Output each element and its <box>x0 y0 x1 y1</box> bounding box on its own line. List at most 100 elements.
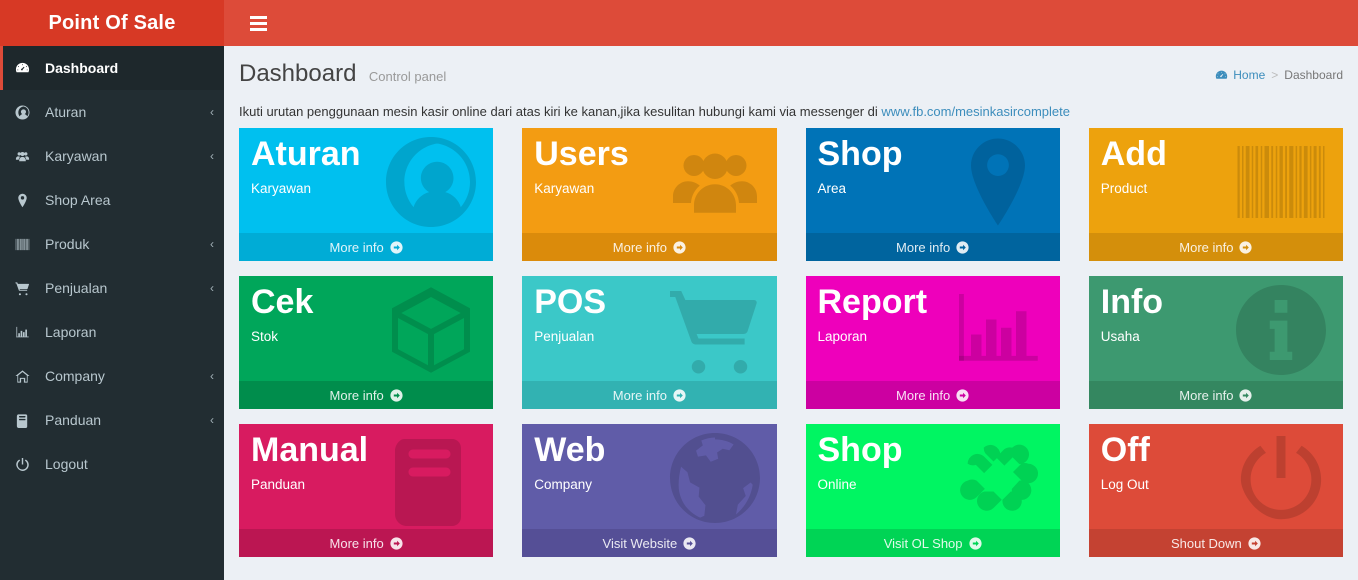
tile-aturan-karyawan[interactable]: Aturan Karyawan More info <box>239 128 493 261</box>
tile-footer-link[interactable]: More info <box>522 233 776 261</box>
sidebar-item-label: Logout <box>45 456 214 472</box>
tile-subtitle: Karyawan <box>534 181 766 196</box>
chevron-left-icon: ‹ <box>210 237 214 251</box>
sidebar-item-label: Produk <box>45 236 210 252</box>
tile-cek-stok[interactable]: CekStok More info <box>239 276 493 409</box>
tile-title: Info <box>1101 285 1333 320</box>
tile-footer-link[interactable]: More info <box>806 233 1060 261</box>
sidebar-item-dashboard[interactable]: Dashboard <box>0 46 224 90</box>
sidebar-item-penjualan[interactable]: Penjualan‹ <box>0 266 224 310</box>
facebook-link[interactable]: www.fb.com/mesinkasircomplete <box>881 104 1070 119</box>
tile-subtitle: Product <box>1101 181 1333 196</box>
tile-footer-link[interactable]: More info <box>806 381 1060 409</box>
tile-title: Web <box>534 433 766 468</box>
intro-text: Ikuti urutan penggunaan mesin kasir onli… <box>239 104 1343 119</box>
tile-users-karyawan[interactable]: Users Karyawan More info <box>522 128 776 261</box>
breadcrumb-home-link[interactable]: Home <box>1215 68 1265 82</box>
tile-shop-online[interactable]: ShopOnline Visit OL Shop <box>806 424 1060 557</box>
breadcrumb-current: Dashboard <box>1284 68 1343 82</box>
arrow-circle-right-icon <box>956 241 969 254</box>
tile-title: Shop <box>818 137 1050 172</box>
tile-footer-link[interactable]: Visit OL Shop <box>806 529 1060 557</box>
hamburger-icon[interactable] <box>238 0 278 46</box>
main-content: Dashboard Control panel Home > Dashboard… <box>224 46 1358 580</box>
tile-subtitle: Karyawan <box>251 181 483 196</box>
tile-body: ReportLaporan <box>806 276 1060 381</box>
sidebar-item-panduan[interactable]: Panduan‹ <box>0 398 224 442</box>
app-title: Point Of Sale <box>48 13 175 33</box>
dashboard-page: Point Of Sale DashboardAturan‹Karyawan‹S… <box>0 0 1358 580</box>
user-circle-icon <box>15 105 37 120</box>
sidebar-item-aturan[interactable]: Aturan‹ <box>0 90 224 134</box>
sidebar-item-label: Penjualan <box>45 280 210 296</box>
tile-add-product[interactable]: AddProduct More info <box>1089 128 1343 261</box>
tile-footer-label: More info <box>896 388 950 403</box>
app-logo[interactable]: Point Of Sale <box>0 0 224 46</box>
tile-subtitle: Panduan <box>251 477 483 492</box>
map-marker-icon <box>15 193 37 208</box>
sidebar-item-label: Aturan <box>45 104 210 120</box>
breadcrumb: Home > Dashboard <box>1215 68 1343 82</box>
sidebar-item-karyawan[interactable]: Karyawan‹ <box>0 134 224 178</box>
tile-title: Aturan <box>251 137 483 172</box>
intro-message: Ikuti urutan penggunaan mesin kasir onli… <box>239 104 881 119</box>
arrow-circle-right-icon <box>969 537 982 550</box>
sidebar-item-company[interactable]: Company‹ <box>0 354 224 398</box>
tile-body: CekStok <box>239 276 493 381</box>
tile-body: AddProduct <box>1089 128 1343 233</box>
tile-shop-area[interactable]: Shop Area More info <box>806 128 1060 261</box>
tile-footer-label: Visit Website <box>603 536 678 551</box>
tile-footer-link[interactable]: More info <box>522 381 776 409</box>
tile-subtitle: Online <box>818 477 1050 492</box>
tile-off-log-out[interactable]: OffLog OutShout Down <box>1089 424 1343 557</box>
arrow-circle-right-icon <box>956 389 969 402</box>
sidebar-item-label: Karyawan <box>45 148 210 164</box>
tile-footer-link[interactable]: Shout Down <box>1089 529 1343 557</box>
sidebar-item-logout[interactable]: Logout <box>0 442 224 486</box>
tile-title: Cek <box>251 285 483 320</box>
sidebar-item-produk[interactable]: Produk‹ <box>0 222 224 266</box>
arrow-circle-right-icon <box>390 241 403 254</box>
tile-footer-label: More info <box>613 240 667 255</box>
sidebar-item-label: Panduan <box>45 412 210 428</box>
chevron-left-icon: ‹ <box>210 281 214 295</box>
book-icon <box>15 413 37 428</box>
sidebar-item-label: Dashboard <box>45 60 214 76</box>
tile-footer-label: More info <box>330 388 384 403</box>
tile-footer-link[interactable]: More info <box>239 233 493 261</box>
page-subtitle: Control panel <box>369 69 446 84</box>
arrow-circle-right-icon <box>1239 389 1252 402</box>
tile-footer-label: More info <box>330 240 384 255</box>
tile-title: Users <box>534 137 766 172</box>
tile-footer-link[interactable]: More info <box>1089 233 1343 261</box>
tile-footer-label: More info <box>1179 388 1233 403</box>
tile-footer-label: More info <box>896 240 950 255</box>
tile-manual-panduan[interactable]: ManualPanduanMore info <box>239 424 493 557</box>
sidebar-item-shop-area[interactable]: Shop Area <box>0 178 224 222</box>
tile-subtitle: Penjualan <box>534 329 766 344</box>
arrow-circle-right-icon <box>673 389 686 402</box>
tile-web-company[interactable]: Web Company Visit Website <box>522 424 776 557</box>
sidebar-item-label: Company <box>45 368 210 384</box>
tile-footer-label: Visit OL Shop <box>884 536 963 551</box>
sidebar-item-label: Laporan <box>45 324 214 340</box>
dashboard-icon <box>1215 69 1228 82</box>
tile-pos-penjualan[interactable]: POS Penjualan More info <box>522 276 776 409</box>
tile-footer-link[interactable]: More info <box>1089 381 1343 409</box>
tile-footer-label: More info <box>330 536 384 551</box>
sidebar-item-label: Shop Area <box>45 192 214 208</box>
shopping-cart-icon <box>15 281 37 296</box>
tile-footer-link[interactable]: More info <box>239 529 493 557</box>
tile-title: POS <box>534 285 766 320</box>
top-navbar <box>224 0 1358 46</box>
tile-subtitle: Area <box>818 181 1050 196</box>
tile-report-laporan[interactable]: ReportLaporan More info <box>806 276 1060 409</box>
breadcrumb-separator: > <box>1271 68 1278 82</box>
tile-subtitle: Company <box>534 477 766 492</box>
tile-footer-link[interactable]: Visit Website <box>522 529 776 557</box>
tile-body: ShopOnline <box>806 424 1060 529</box>
tile-info-usaha[interactable]: InfoUsahaMore info <box>1089 276 1343 409</box>
tile-footer-link[interactable]: More info <box>239 381 493 409</box>
sidebar-item-laporan[interactable]: Laporan <box>0 310 224 354</box>
tile-footer-label: More info <box>1179 240 1233 255</box>
